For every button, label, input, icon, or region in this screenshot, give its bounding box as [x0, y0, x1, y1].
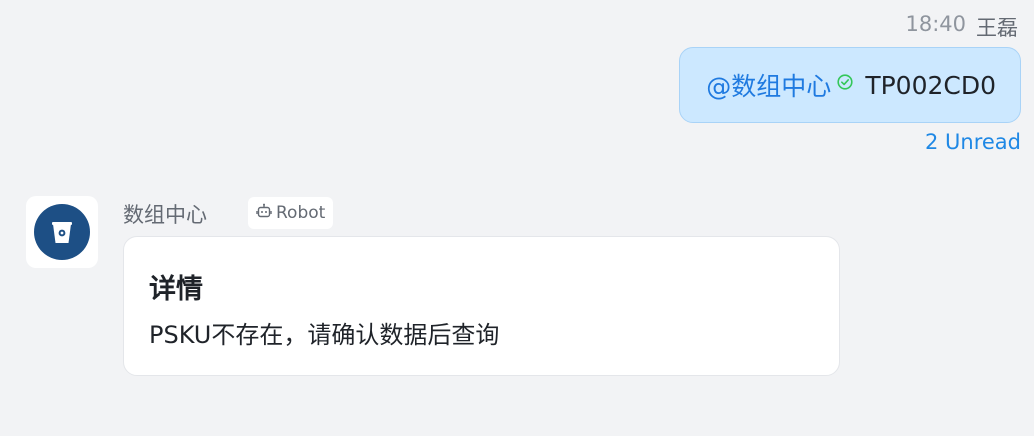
mention-link[interactable]: @数组中心 — [706, 67, 831, 103]
outgoing-message-bubble[interactable]: @数组中心 TP002CD0 — [679, 47, 1021, 123]
card-title: 详情 — [149, 274, 203, 305]
robot-badge: Robot — [248, 197, 334, 229]
unread-status[interactable]: 2 Unread — [925, 130, 1021, 154]
check-circle-icon — [837, 67, 853, 90]
bucket-icon — [34, 204, 90, 260]
message-meta: 18:40 王磊 — [905, 12, 1018, 42]
message-text: TP002CD0 — [865, 70, 996, 100]
robot-badge-label: Robot — [276, 203, 326, 223]
card-body: PSKU不存在，请确认数据后查询 — [149, 321, 500, 349]
message-time: 18:40 — [905, 12, 966, 36]
bot-avatar[interactable] — [26, 196, 98, 268]
message-card[interactable]: 详情 PSKU不存在，请确认数据后查询 — [123, 236, 840, 376]
robot-icon — [256, 203, 272, 224]
message-sender[interactable]: 王磊 — [976, 12, 1018, 42]
bot-name[interactable]: 数组中心 — [123, 199, 207, 229]
